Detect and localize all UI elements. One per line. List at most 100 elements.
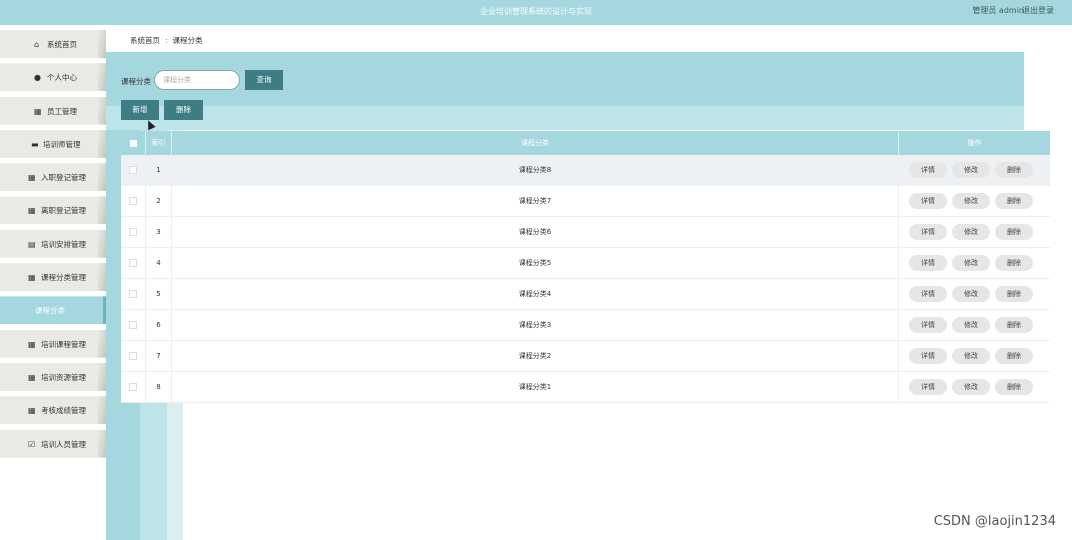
sidebar-item-courses[interactable]: ▦ 培训课程管理	[0, 329, 106, 358]
watermark: CSDN @laojin1234	[933, 514, 1056, 529]
logout-link[interactable]: 退出登录	[1022, 5, 1054, 16]
briefcase-icon: ▬	[31, 139, 39, 149]
detail-button[interactable]: 详情	[909, 317, 947, 333]
select-all-checkbox[interactable]	[121, 131, 146, 155]
current-user: 管理员 admin	[972, 6, 1024, 15]
clipboard-icon: ▤	[28, 239, 36, 249]
sidebar-item-employees[interactable]: ▦ 员工管理	[0, 96, 106, 125]
detail-button[interactable]: 详情	[909, 162, 947, 178]
row-index: 3	[146, 217, 172, 247]
table-row: 6 课程分类3 详情 修改 删除	[121, 310, 1050, 341]
delete-button[interactable]: 删除	[995, 348, 1033, 364]
row-actions: 详情 修改 删除	[899, 155, 1050, 185]
sidebar-item-label: 个人中心	[47, 73, 77, 83]
sidebar-item-schedule[interactable]: ▤ 培训安排管理	[0, 229, 106, 258]
sidebar-item-trainers[interactable]: ▬ 培训师管理	[0, 129, 106, 158]
row-category-name: 课程分类5	[172, 248, 899, 278]
grid-icon: ▦	[28, 406, 36, 416]
sidebar-item-scores[interactable]: ▦ 考核成绩管理	[0, 396, 106, 425]
sidebar-item-label: 培训安排管理	[41, 239, 86, 249]
sidebar-item-home[interactable]: ⌂ 系统首页	[0, 30, 106, 58]
grid-icon: ▦	[28, 273, 36, 283]
detail-button[interactable]: 详情	[909, 193, 947, 209]
delete-button[interactable]: 删除	[995, 162, 1033, 178]
search-label: 课程分类	[121, 77, 151, 86]
row-index: 1	[146, 155, 172, 185]
table-row: 3 课程分类6 详情 修改 删除	[121, 217, 1050, 248]
checkbox-icon: ☑	[28, 439, 36, 449]
sidebar-item-resignation[interactable]: ▦ 离职登记管理	[0, 196, 106, 225]
row-checkbox[interactable]	[121, 248, 146, 278]
sidebar-item-label: 培训师管理	[43, 139, 81, 149]
search-button[interactable]: 查询	[245, 70, 283, 90]
row-index: 8	[146, 372, 172, 402]
row-index: 2	[146, 186, 172, 216]
delete-button[interactable]: 删除	[995, 255, 1033, 271]
row-checkbox[interactable]	[121, 217, 146, 247]
edit-button[interactable]: 修改	[952, 224, 990, 240]
row-checkbox[interactable]	[121, 310, 146, 340]
delete-button[interactable]: 删除	[995, 193, 1033, 209]
column-header-index: 索引	[146, 131, 172, 155]
add-button[interactable]: 新增	[121, 100, 159, 120]
breadcrumb-home[interactable]: 系统首页	[130, 36, 160, 45]
table-header: 索引 课程分类 操作	[121, 131, 1050, 155]
app-title: 企业培训管理系统的设计与实现	[480, 7, 592, 16]
edit-button[interactable]: 修改	[952, 162, 990, 178]
sidebar-item-label: 课程分类	[35, 306, 65, 316]
detail-button[interactable]: 详情	[909, 348, 947, 364]
sidebar-subitem-course-category[interactable]: 课程分类	[0, 296, 106, 325]
edit-button[interactable]: 修改	[952, 286, 990, 302]
row-checkbox[interactable]	[121, 341, 146, 371]
delete-button[interactable]: 删除	[995, 286, 1033, 302]
grid-icon: ▦	[34, 106, 42, 116]
home-icon: ⌂	[34, 40, 40, 49]
table-body: 1 课程分类8 详情 修改 删除 2 课程分类7 详情 修改 删除 3 课程分类6 详情 修改 删除 4 课程分…	[121, 155, 1050, 403]
category-table: 索引 课程分类 操作 1 课程分类8 详情 修改 删除 2 课程分类7 详情 修改 删除 3 课程分类…	[121, 131, 1050, 403]
toolbar-strip	[106, 106, 1024, 130]
table-row: 1 课程分类8 详情 修改 删除	[121, 155, 1050, 186]
row-checkbox[interactable]	[121, 186, 146, 216]
edit-button[interactable]: 修改	[952, 255, 990, 271]
row-actions: 详情 修改 删除	[899, 310, 1050, 340]
sidebar-item-profile[interactable]: ● 个人中心	[0, 63, 106, 92]
detail-button[interactable]: 详情	[909, 286, 947, 302]
sidebar-item-label: 考核成绩管理	[41, 406, 86, 416]
detail-button[interactable]: 详情	[909, 224, 947, 240]
row-actions: 详情 修改 删除	[899, 217, 1050, 247]
edit-button[interactable]: 修改	[952, 348, 990, 364]
edit-button[interactable]: 修改	[952, 317, 990, 333]
sidebar-item-onboarding[interactable]: ▦ 入职登记管理	[0, 163, 106, 192]
row-checkbox[interactable]	[121, 372, 146, 402]
sidebar-item-course-category-mgmt[interactable]: ▦ 课程分类管理	[0, 263, 106, 292]
top-bar: 企业培训管理系统的设计与实现 管理员 admin 退出登录	[0, 0, 1072, 25]
row-index: 5	[146, 279, 172, 309]
detail-button[interactable]: 详情	[909, 255, 947, 271]
row-actions: 详情 修改 删除	[899, 279, 1050, 309]
sidebar-item-label: 入职登记管理	[41, 173, 86, 183]
delete-button[interactable]: 删除	[995, 317, 1033, 333]
search-input[interactable]	[154, 70, 240, 90]
detail-button[interactable]: 详情	[909, 379, 947, 395]
sidebar-item-label: 培训资源管理	[41, 372, 86, 382]
edit-button[interactable]: 修改	[952, 379, 990, 395]
table-row: 5 课程分类4 详情 修改 删除	[121, 279, 1050, 310]
row-checkbox[interactable]	[121, 279, 146, 309]
table-row: 2 课程分类7 详情 修改 删除	[121, 186, 1050, 217]
edit-button[interactable]: 修改	[952, 193, 990, 209]
sidebar-item-trainees[interactable]: ☑ 培训人员管理	[0, 429, 106, 458]
sidebar-item-label: 员工管理	[47, 106, 77, 116]
row-category-name: 课程分类8	[172, 155, 899, 185]
delete-button[interactable]: 删除	[995, 379, 1033, 395]
column-header-name: 课程分类	[172, 131, 899, 155]
row-checkbox[interactable]	[121, 155, 146, 185]
delete-button[interactable]: 删除	[995, 224, 1033, 240]
sidebar-item-label: 培训人员管理	[41, 439, 86, 449]
sidebar-item-resources[interactable]: ▦ 培训资源管理	[0, 362, 106, 391]
sidebar-item-label: 系统首页	[47, 40, 77, 49]
table-row: 8 课程分类1 详情 修改 删除	[121, 372, 1050, 403]
row-index: 6	[146, 310, 172, 340]
table-row: 7 课程分类2 详情 修改 删除	[121, 341, 1050, 372]
row-category-name: 课程分类4	[172, 279, 899, 309]
batch-delete-button[interactable]: 删除	[164, 100, 203, 120]
